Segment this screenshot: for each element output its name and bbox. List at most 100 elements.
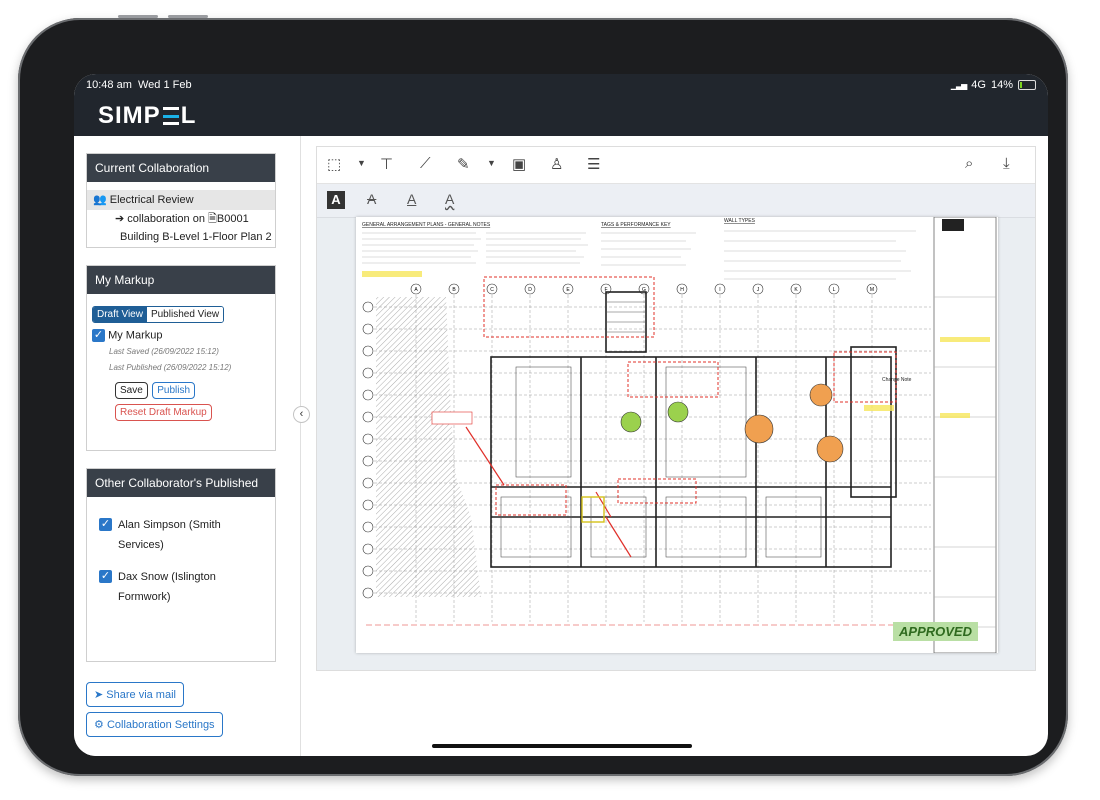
- last-published-text: Last Published (26/09/2022 15:12): [109, 363, 232, 372]
- collapse-sidebar-button[interactable]: ‹: [293, 406, 310, 423]
- collaboration-settings-button[interactable]: ⚙ Collaboration Settings: [86, 712, 223, 737]
- row-bubble: [362, 411, 374, 423]
- line-icon[interactable]: ⟋: [420, 155, 431, 172]
- draft-view-tab[interactable]: Draft View: [93, 307, 147, 322]
- orange-marker: [744, 414, 774, 444]
- power-button: [168, 15, 208, 18]
- floor-plan-drawing[interactable]: GENERAL ARRANGEMENT PLANS - GENERAL NOTE…: [356, 217, 998, 653]
- last-saved-text: Last Saved (26/09/2022 15:12): [109, 347, 219, 356]
- published-view-tab[interactable]: Published View: [146, 307, 224, 322]
- status-indicators: ▁▃▅ 4G 14%: [951, 79, 1036, 91]
- other-collaborators-panel: Other Collaborator's Published ✓ Alan Si…: [86, 468, 276, 662]
- grid-label: L: [833, 287, 836, 293]
- collaborator-checkbox[interactable]: ✓: [99, 570, 112, 583]
- section-header-notes: GENERAL ARRANGEMENT PLANS - GENERAL NOTE…: [362, 222, 491, 228]
- search-icon[interactable]: ⌕: [965, 155, 973, 172]
- grid-label: C: [490, 287, 494, 293]
- download-icon[interactable]: ⤓: [1003, 155, 1010, 172]
- row-bubble: [362, 367, 374, 379]
- dropdown-caret-icon[interactable]: ▼: [487, 158, 496, 168]
- select-region-icon[interactable]: ⬚: [327, 155, 341, 173]
- text-squiggly-icon[interactable]: A: [445, 191, 454, 207]
- panel-heading: Other Collaborator's Published: [87, 469, 275, 497]
- reset-draft-button[interactable]: Reset Draft Markup: [115, 404, 212, 421]
- collaboration-on-line: ➔ collaboration on 🗎B0001: [115, 213, 249, 225]
- row-bubble: [362, 323, 374, 335]
- section-header-tags: TAGS & PERFORMANCE KEY: [601, 222, 671, 228]
- markup-actions: Save Publish: [115, 380, 275, 399]
- screen: 10:48 am Wed 1 Feb ▁▃▅ 4G 14% SIMP L Curr…: [74, 74, 1048, 756]
- grid-label: D: [528, 287, 532, 293]
- markup-label-box: [431, 411, 473, 425]
- share-via-mail-button[interactable]: ➤ Share via mail: [86, 682, 184, 707]
- view-toggle: Draft View Published View: [92, 306, 225, 323]
- text-strike-icon[interactable]: A: [367, 191, 376, 207]
- signal-icon: ▁▃▅: [950, 80, 968, 90]
- row-bubble: [362, 499, 374, 511]
- my-markup-panel: My Markup Draft View Published View ✓ My…: [86, 265, 276, 451]
- row-bubble: [362, 433, 374, 445]
- paper-plane-icon: ➤: [94, 689, 104, 701]
- grid-label: I: [719, 287, 720, 293]
- row-bubble: [362, 521, 374, 533]
- my-markup-checkbox[interactable]: ✓: [92, 329, 105, 342]
- approved-stamp: APPROVED: [893, 622, 978, 641]
- current-collaboration-panel: Current Collaboration 👥 Electrical Revie…: [86, 153, 276, 248]
- simpel-logo[interactable]: SIMP L: [98, 102, 196, 130]
- row-bubble: [362, 587, 374, 599]
- walls: [490, 291, 897, 568]
- text-box-icon[interactable]: ⊤: [380, 155, 393, 173]
- document-viewer: ⬚ ▼ ⊤ ⟋ ✎ ▼ ▣ ♙ ☰ ⌕ ⤓ A A A A GENERAL AR…: [316, 146, 1036, 671]
- collaborator-checkbox[interactable]: ✓: [99, 518, 112, 531]
- panel-heading: My Markup: [87, 266, 275, 294]
- document-code: B0001: [216, 213, 249, 225]
- text-format-toolbar: A A A A: [317, 184, 1035, 218]
- image-icon[interactable]: ▣: [512, 155, 526, 173]
- row-bubble: [362, 301, 374, 313]
- ipad-frame: 10:48 am Wed 1 Feb ▁▃▅ 4G 14% SIMP L Curr…: [18, 15, 1068, 776]
- reset-row: Reset Draft Markup: [115, 402, 275, 421]
- logo-block: [942, 219, 964, 231]
- change-note-annotation: Change Note: [882, 377, 912, 383]
- text-underline-icon[interactable]: A: [407, 191, 416, 207]
- collaboration-item[interactable]: 👥 Electrical Review: [87, 190, 275, 210]
- markup-toolbar: ⬚ ▼ ⊤ ⟋ ✎ ▼ ▣ ♙ ☰ ⌕ ⤓: [317, 147, 1035, 184]
- status-bar: 10:48 am Wed 1 Feb ▁▃▅ 4G 14%: [74, 74, 1048, 96]
- green-marker: [620, 411, 642, 433]
- collaborator-row-1: ✓ Dax Snow (Islington Formwork): [99, 567, 275, 607]
- orange-marker: [816, 435, 844, 463]
- panel-heading: Current Collaboration: [87, 154, 275, 182]
- highlight-mark: [940, 413, 970, 418]
- arrow-right-icon: ➔: [115, 213, 125, 225]
- app-header: SIMP L: [74, 96, 1048, 136]
- floor-plan-svg: GENERAL ARRANGEMENT PLANS - GENERAL NOTE…: [362, 217, 997, 653]
- orange-marker: [809, 383, 833, 407]
- note-icon[interactable]: ☰: [587, 155, 600, 173]
- volume-button: [118, 15, 158, 18]
- row-bubble: [362, 389, 374, 401]
- publish-button[interactable]: Publish: [152, 382, 196, 399]
- dropdown-caret-icon[interactable]: ▼: [357, 158, 366, 168]
- home-indicator: [432, 744, 692, 748]
- group-icon: 👥: [93, 194, 107, 206]
- green-marker: [667, 401, 689, 423]
- notes-lines: [362, 230, 916, 280]
- row-bubble: [362, 543, 374, 555]
- battery-percent: 14%: [990, 79, 1013, 91]
- title-block: [933, 217, 997, 653]
- row-bubble: [362, 565, 374, 577]
- title-block-lines: [934, 296, 996, 628]
- network-type: 4G: [971, 79, 986, 91]
- gear-icon: ⚙: [94, 719, 104, 731]
- row-bubble: [362, 455, 374, 467]
- text-bold-icon[interactable]: A: [327, 191, 345, 209]
- save-button[interactable]: Save: [115, 382, 148, 399]
- document-icon: 🗎: [208, 213, 217, 225]
- collaborator-name: Alan Simpson (Smith Services): [118, 519, 221, 551]
- document-name[interactable]: Building B-Level 1-Floor Plan 2: [87, 228, 275, 246]
- grid-label: H: [680, 287, 684, 293]
- stamp-icon[interactable]: ♙: [550, 155, 563, 173]
- highlighter-icon[interactable]: ✎: [457, 155, 470, 173]
- hatched-area: [376, 297, 481, 597]
- collaborator-name: Dax Snow (Islington Formwork): [118, 571, 216, 603]
